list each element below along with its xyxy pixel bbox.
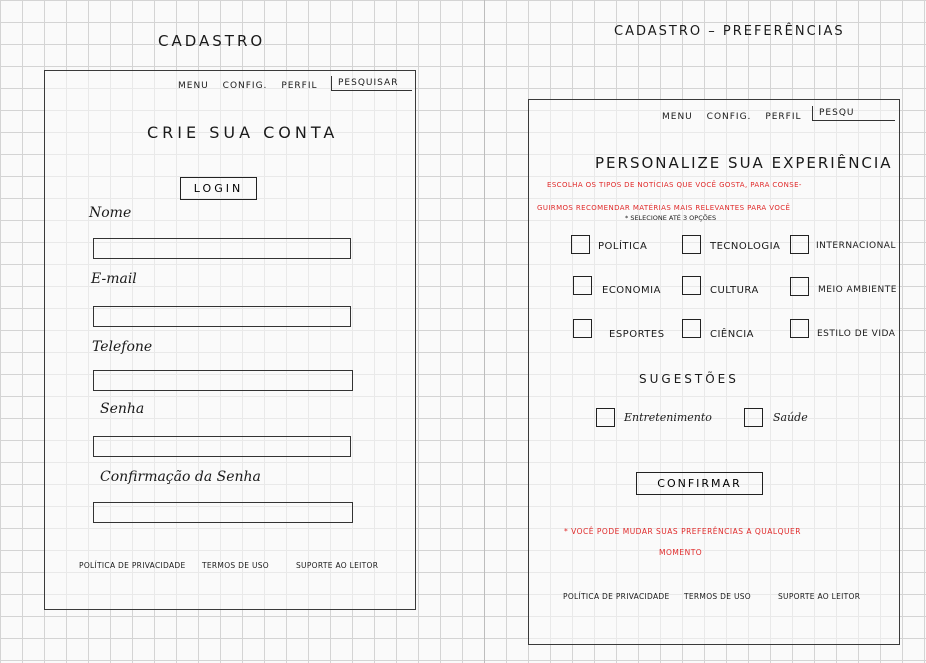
right-page-title: CADASTRO – PREFERÊNCIAS [614,24,845,39]
nav-config-link[interactable]: CONFIG. [223,81,268,91]
name-field[interactable] [93,238,351,259]
intro-text-line-2: GUIRMOS RECOMENDAR MATÉRIAS MAIS RELEVAN… [537,204,791,212]
nav-perfil-link[interactable]: PERFIL [765,112,801,122]
login-button[interactable]: LOGIN [180,177,257,200]
left-page-title: CADASTRO [158,32,266,50]
cultura-label: Cultura [710,285,759,296]
search-input[interactable]: PESQU [812,106,895,121]
internacional-checkbox[interactable] [790,235,809,254]
name-label: Nome [89,205,132,221]
privacy-policy-link[interactable]: POLÍTICA DE PRIVACIDADE [563,592,670,601]
footnote-line-2: MOMENTO [659,548,703,557]
password-label: Senha [100,401,145,417]
nav-perfil-link[interactable]: PERFIL [281,81,317,91]
intro-text-line-1: ESCOLHA OS TIPOS DE NOTÍCIAS QUE VOCÊ GO… [547,181,802,189]
search-input[interactable]: PESQUISAR [331,76,412,91]
select-limit-note: * SELECIONE ATÉ 3 OPÇÕES [625,214,717,222]
economia-label: Economia [602,285,661,296]
esportes-label: Esportes [609,329,665,340]
politica-label: Política [598,241,648,252]
preferences-screen-frame: MENU CONFIG. PERFIL PESQU PERSONALIZE SU… [528,99,900,645]
password-confirm-label: Confirmação da Senha [100,469,261,485]
economia-checkbox[interactable] [573,276,592,295]
internacional-label: Internacional [816,241,896,251]
entretenimento-checkbox[interactable] [596,408,615,427]
meio-ambiente-label: Meio Ambiente [818,285,897,295]
reader-support-link[interactable]: SUPORTE AO LEITOR [778,592,860,601]
password-field[interactable] [93,436,351,457]
tecnologia-label: Tecnologia [710,241,781,252]
entretenimento-label: Entretenimento [624,411,712,424]
terms-of-use-link[interactable]: TERMOS DE USO [684,592,751,601]
estilo-de-vida-checkbox[interactable] [790,319,809,338]
right-top-nav: MENU CONFIG. PERFIL [662,112,802,122]
ciencia-checkbox[interactable] [682,319,701,338]
phone-label: Telefone [92,339,153,355]
reader-support-link[interactable]: SUPORTE AO LEITOR [296,561,378,570]
tecnologia-checkbox[interactable] [682,235,701,254]
personalize-heading: PERSONALIZE SUA EXPERIÊNCIA [595,154,893,172]
left-top-nav: MENU CONFIG. PERFIL [178,81,318,91]
estilo-de-vida-label: Estilo de Vida [817,329,896,339]
meio-ambiente-checkbox[interactable] [790,277,809,296]
ciencia-label: Ciência [710,329,755,340]
footnote-line-1: * VOCÊ PODE MUDAR SUAS PREFERÊNCIAS A QU… [564,527,801,536]
phone-field[interactable] [93,370,353,391]
saude-label: Saúde [773,411,808,424]
nav-menu-link[interactable]: MENU [662,112,693,122]
terms-of-use-link[interactable]: TERMOS DE USO [202,561,269,570]
privacy-policy-link[interactable]: POLÍTICA DE PRIVACIDADE [79,561,186,570]
create-account-heading: CRIE SUA CONTA [147,123,339,142]
nav-menu-link[interactable]: MENU [178,81,209,91]
saude-checkbox[interactable] [744,408,763,427]
esportes-checkbox[interactable] [573,319,592,338]
email-label: E-mail [91,271,137,287]
suggestions-heading: SUGESTÕES [639,372,739,386]
politica-checkbox[interactable] [571,235,590,254]
nav-config-link[interactable]: CONFIG. [707,112,752,122]
password-confirm-field[interactable] [93,502,353,523]
cultura-checkbox[interactable] [682,276,701,295]
confirm-button[interactable]: CONFIRMAR [636,472,763,495]
signup-screen-frame: MENU CONFIG. PERFIL PESQUISAR CRIE SUA C… [44,70,416,610]
email-field[interactable] [93,306,351,327]
sheet-divider [484,0,485,663]
